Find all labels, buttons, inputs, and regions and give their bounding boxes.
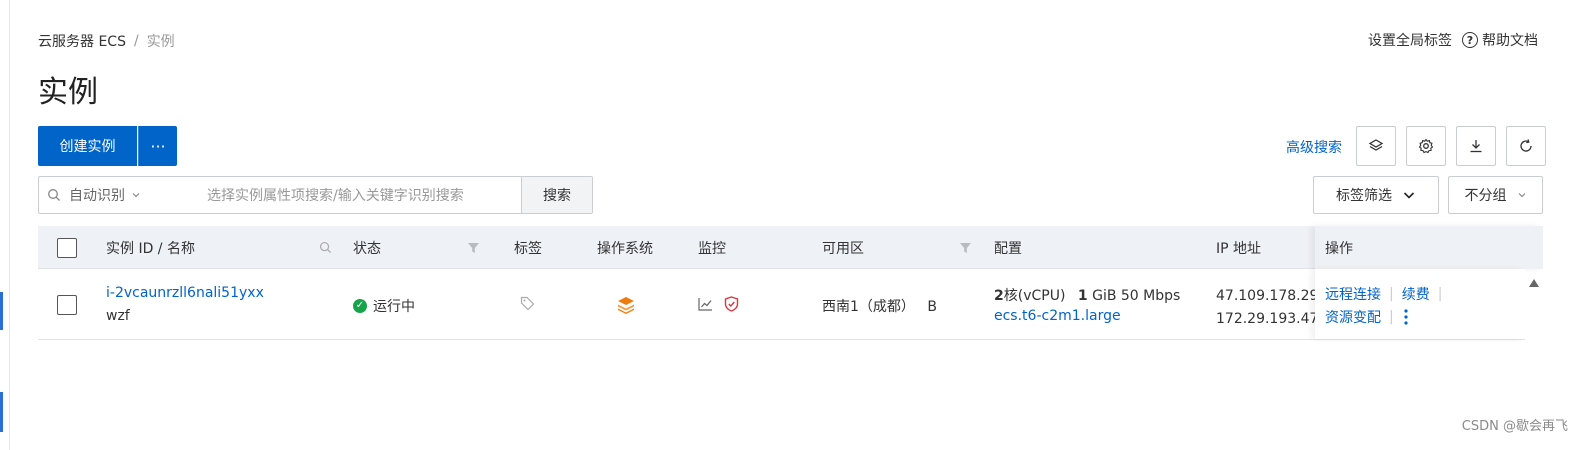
left-edge-indicator (0, 392, 3, 432)
settings-button[interactable] (1406, 126, 1446, 166)
column-header-zone: 可用区 (822, 240, 864, 257)
status-cell: ✓ 运行中 (353, 296, 415, 316)
download-button[interactable] (1456, 126, 1496, 166)
group-select-label: 不分组 (1464, 188, 1507, 204)
global-tags-link[interactable]: 设置全局标签 (1368, 30, 1452, 50)
actions-line-1: 远程连接 | 续费 | (1325, 284, 1442, 304)
renew-link[interactable]: 续费 (1402, 284, 1430, 304)
security-shield-icon[interactable] (724, 296, 739, 312)
refresh-button[interactable] (1506, 126, 1546, 166)
breadcrumb-parent[interactable]: 云服务器 ECS (38, 31, 126, 51)
scroll-up-arrow[interactable] (1529, 279, 1539, 287)
breadcrumb-current: 实例 (146, 34, 175, 50)
actions-column-head: 操作 (1315, 226, 1543, 269)
tag-filter-button[interactable]: 标签筛选 (1313, 176, 1439, 214)
column-header-status: 状态 (353, 240, 381, 257)
column-header-tags: 标签 (514, 240, 542, 257)
bandwidth: 50 Mbps (1120, 288, 1181, 304)
watermark: CSDN @歇会再飞 (1461, 419, 1568, 434)
header-actions: 设置全局标签 ? 帮助文档 (1368, 30, 1538, 50)
zone-cell: 西南1（成都） B (822, 296, 937, 316)
help-docs-label: 帮助文档 (1482, 33, 1538, 49)
row-checkbox[interactable] (57, 295, 77, 315)
create-instance-group: 创建实例 ··· (38, 126, 177, 166)
status-filter-cell (467, 226, 480, 269)
search-icon (48, 189, 60, 201)
help-docs-link[interactable]: ? 帮助文档 (1462, 30, 1538, 50)
group-select[interactable]: 不分组 (1448, 176, 1543, 214)
breadcrumb: 云服务器 ECS / 实例 (38, 31, 175, 51)
chevron-down-icon (1403, 192, 1415, 199)
zone-filter-cell (959, 226, 972, 269)
chevron-down-icon (132, 193, 140, 198)
status-text: 运行中 (373, 299, 415, 315)
tag-filter-label: 标签筛选 (1336, 188, 1392, 204)
config-summary: 2核(vCPU) 1 GiB 50 Mbps (994, 285, 1180, 305)
filter-icon[interactable] (467, 242, 480, 254)
create-instance-button[interactable]: 创建实例 (38, 126, 137, 166)
memory-size: 1 (1077, 288, 1088, 304)
cpu-count: 2 (994, 288, 1004, 304)
search-bar: 自动识别 选择实例属性项搜索/输入关键字识别搜索 搜索 (38, 176, 593, 214)
download-icon (1470, 140, 1482, 153)
filter-icon[interactable] (959, 242, 972, 254)
remote-connect-link[interactable]: 远程连接 (1325, 284, 1381, 304)
monitor-cell (698, 296, 739, 312)
advanced-search-link[interactable]: 高级搜索 (1286, 137, 1342, 157)
actions-cell: 远程连接 | 续费 | 资源变配 | (1315, 269, 1525, 339)
breadcrumb-separator: / (133, 33, 139, 49)
column-search-cell (319, 226, 332, 269)
instance-id-link[interactable]: i-2vcaunrzll6nali51yxx (106, 285, 264, 301)
column-header-instance: 实例 ID / 名称 (106, 240, 195, 257)
column-header-ip: IP 地址 (1216, 240, 1262, 257)
divider: | (1389, 286, 1394, 302)
chevron-down-icon (1518, 193, 1525, 198)
chart-icon[interactable] (698, 297, 713, 311)
search-input[interactable]: 选择实例属性项搜索/输入关键字识别搜索 (161, 177, 521, 213)
divider: | (1437, 286, 1443, 302)
more-actions-button[interactable]: ··· (138, 126, 177, 166)
toolbar-icon-buttons (1356, 126, 1546, 166)
zone-name: 西南1（成都） (822, 299, 915, 315)
table-header: 实例 ID / 名称 状态 标签 操作系统 监控 可用区 配置 IP 地址 操作 (38, 226, 1543, 269)
search-icon-wrap (39, 177, 69, 213)
actions-line-2: 资源变配 | (1325, 307, 1410, 327)
search-icon[interactable] (319, 241, 332, 254)
instance-name: wzf (106, 308, 130, 324)
gear-icon (1418, 138, 1434, 154)
select-all-cell (57, 226, 77, 269)
column-header-monitor: 监控 (698, 240, 726, 257)
left-panel-edge (9, 0, 10, 450)
more-vertical-icon[interactable] (1402, 308, 1410, 326)
refresh-icon (1520, 139, 1532, 152)
tag-cell (520, 296, 535, 315)
cpu-unit: 核(vCPU) (1003, 288, 1066, 304)
os-stack-icon (618, 297, 634, 314)
search-mode-label: 自动识别 (69, 188, 125, 204)
search-mode-select[interactable]: 自动识别 (69, 177, 161, 213)
search-button[interactable]: 搜索 (521, 177, 592, 213)
left-edge-indicator (0, 292, 3, 330)
layers-button[interactable] (1356, 126, 1396, 166)
table-row: i-2vcaunrzll6nali51yxx wzf ✓ 运行中 西南1（成都）… (38, 269, 1525, 340)
column-header-config: 配置 (994, 240, 1022, 257)
column-header-os: 操作系统 (597, 240, 653, 257)
running-check-icon: ✓ (353, 299, 367, 313)
help-icon: ? (1462, 32, 1478, 48)
instance-spec-link[interactable]: ecs.t6-c2m1.large (994, 308, 1121, 324)
tag-icon[interactable] (520, 296, 535, 311)
row-select-cell (57, 295, 77, 315)
select-all-checkbox[interactable] (57, 237, 77, 258)
memory-unit: GiB (1092, 288, 1117, 304)
column-header-actions: 操作 (1325, 240, 1353, 257)
os-cell (616, 295, 636, 319)
page-title: 实例 (38, 75, 98, 110)
layers-icon (1368, 139, 1384, 151)
zone-letter: B (927, 299, 937, 315)
change-config-link[interactable]: 资源变配 (1325, 307, 1381, 327)
divider: | (1389, 309, 1394, 325)
